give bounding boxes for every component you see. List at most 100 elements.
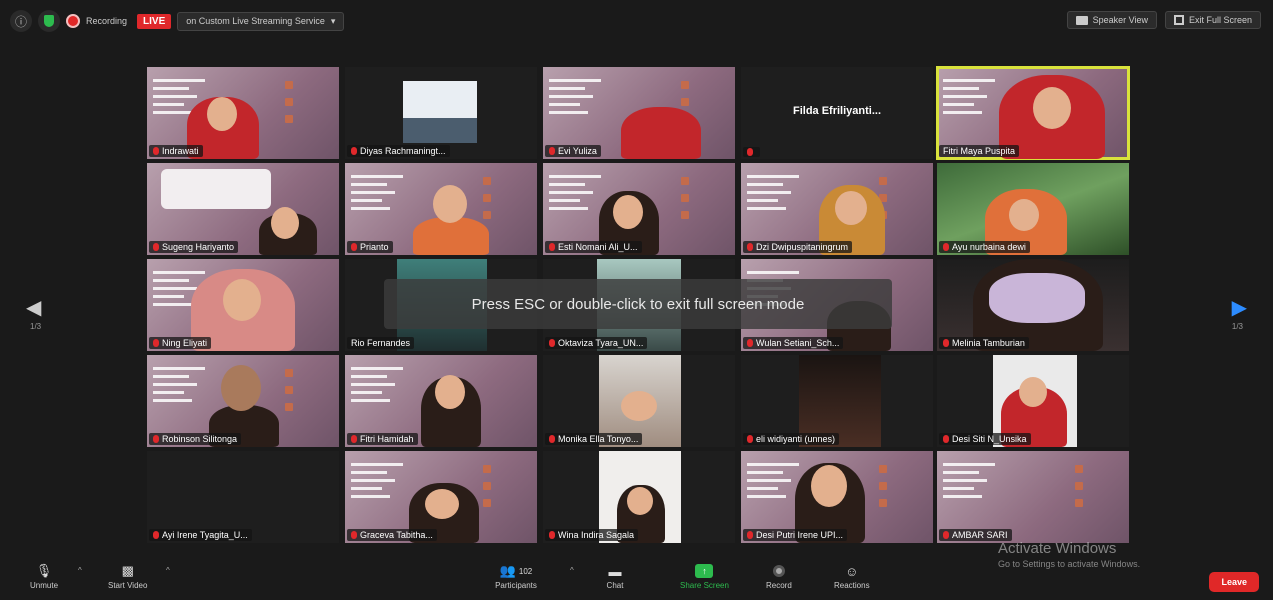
chat-label: Chat bbox=[606, 581, 624, 590]
muted-mic-icon bbox=[549, 243, 555, 251]
share-screen-label: Share Screen bbox=[680, 581, 729, 590]
video-tile[interactable]: Esti Nomani Ali_U... bbox=[543, 163, 735, 255]
muted-mic-icon bbox=[943, 339, 949, 347]
muted-mic-icon bbox=[351, 435, 357, 443]
video-tile[interactable]: eli widiyanti (unnes) bbox=[741, 355, 933, 447]
muted-mic-icon bbox=[943, 435, 949, 443]
chat-button[interactable]: ▬ Chat bbox=[606, 564, 624, 591]
muted-mic-icon bbox=[747, 435, 753, 443]
reactions-button[interactable]: ☺ Reactions bbox=[834, 563, 870, 591]
video-tile[interactable]: Fitri Hamidah bbox=[345, 355, 537, 447]
video-tile[interactable]: AMBAR SARI bbox=[937, 451, 1129, 543]
security-shield-icon[interactable] bbox=[38, 10, 60, 32]
exit-full-screen-icon bbox=[1173, 15, 1184, 25]
share-screen-button[interactable]: ↑ Share Screen bbox=[680, 564, 729, 590]
participant-name-label: eli widiyanti (unnes) bbox=[743, 433, 840, 445]
page-indicator-right: 1/3 bbox=[1231, 322, 1243, 331]
participant-name-label: Evi Yuliza bbox=[545, 145, 601, 157]
participant-video bbox=[403, 81, 477, 143]
muted-mic-icon bbox=[153, 339, 159, 347]
muted-mic-icon bbox=[943, 243, 949, 251]
full-screen-exit-hint: Press ESC or double-click to exit full s… bbox=[384, 279, 892, 329]
start-video-button[interactable]: ▩ Start Video bbox=[108, 563, 148, 590]
muted-mic-icon bbox=[153, 243, 159, 251]
participant-count: 102 bbox=[518, 566, 533, 576]
participant-video bbox=[621, 107, 701, 159]
unmute-button[interactable]: 🎙 Unmute bbox=[30, 563, 59, 590]
recording-indicator-icon bbox=[66, 14, 80, 28]
muted-mic-icon bbox=[747, 339, 753, 347]
participant-name-label: Dzi Dwipuspitaningrum bbox=[743, 241, 853, 253]
video-tile[interactable]: Desi Siti N_Unsika bbox=[937, 355, 1129, 447]
windows-activation-watermark: Activate Windows Go to Settings to activ… bbox=[998, 540, 1140, 569]
participant-name-label: Graceva Tabitha... bbox=[347, 529, 437, 541]
reactions-smiley-icon: ☺ bbox=[845, 563, 859, 579]
start-video-label: Start Video bbox=[108, 581, 148, 590]
video-tile[interactable]: Diyas Rachmaningt... bbox=[345, 67, 537, 159]
next-page-arrow-icon[interactable]: ▶ bbox=[1232, 295, 1247, 320]
participant-name-label: Monika Ella Tonyo... bbox=[545, 433, 643, 445]
muted-mic-icon bbox=[943, 531, 949, 539]
video-tile[interactable]: Prianto bbox=[345, 163, 537, 255]
exit-full-screen-button[interactable]: Exit Full Screen bbox=[1164, 11, 1261, 29]
participant-name-label: Robinson Silitonga bbox=[149, 433, 242, 445]
page-indicator-left: 1/3 bbox=[30, 322, 42, 331]
video-tile[interactable]: Filda Efriliyanti... bbox=[741, 67, 933, 159]
meeting-info-icon[interactable]: ⓘ bbox=[10, 10, 32, 32]
video-tile[interactable]: Dzi Dwipuspitaningrum bbox=[741, 163, 933, 255]
participants-icon: 👥 102 bbox=[499, 563, 533, 578]
participant-name-label: Esti Nomani Ali_U... bbox=[545, 241, 642, 253]
video-tile[interactable]: Wina Indira Sagala bbox=[543, 451, 735, 543]
streaming-service-dropdown[interactable]: on Custom Live Streaming Service ▾ bbox=[177, 11, 345, 31]
record-button[interactable]: Record bbox=[766, 564, 792, 590]
participants-options-chevron-icon[interactable]: ^ bbox=[570, 566, 574, 575]
muted-mic-icon bbox=[351, 243, 357, 251]
participant-name-label: Ning Eliyati bbox=[149, 337, 212, 349]
muted-mic-icon bbox=[153, 147, 159, 155]
video-tile[interactable]: Desi Putri Irene UPI... bbox=[741, 451, 933, 543]
participant-name-label: Wulan Setiani_Sch... bbox=[743, 337, 844, 349]
reactions-label: Reactions bbox=[834, 581, 870, 590]
streaming-service-label: on Custom Live Streaming Service bbox=[186, 16, 325, 26]
unmute-label: Unmute bbox=[30, 581, 59, 590]
audio-options-chevron-icon[interactable]: ^ bbox=[78, 566, 82, 575]
muted-mic-icon bbox=[549, 531, 555, 539]
previous-page-arrow-icon[interactable]: ◀ bbox=[26, 295, 41, 320]
video-tile[interactable]: Indrawati bbox=[147, 67, 339, 159]
leave-button[interactable]: Leave bbox=[1209, 572, 1259, 592]
watermark-subtitle: Go to Settings to activate Windows. bbox=[998, 559, 1141, 569]
video-off-icon: ▩ bbox=[121, 563, 134, 578]
video-tile[interactable]: Graceva Tabitha... bbox=[345, 451, 537, 543]
muted-mic-icon bbox=[351, 531, 357, 539]
video-tile[interactable]: Monika Ella Tonyo... bbox=[543, 355, 735, 447]
video-options-chevron-icon[interactable]: ^ bbox=[166, 566, 170, 575]
video-tile[interactable]: Melinia Tamburian bbox=[937, 259, 1129, 351]
muted-mic-icon bbox=[549, 339, 555, 347]
watermark-title: Activate Windows bbox=[998, 540, 1117, 557]
participants-button[interactable]: 👥 102 Participants bbox=[494, 563, 538, 590]
meeting-top-bar: ⓘ Recording LIVE on Custom Live Streamin… bbox=[0, 0, 1273, 40]
participant-name-label: Desi Putri Irene UPI... bbox=[743, 529, 848, 541]
chevron-down-icon: ▾ bbox=[330, 15, 336, 26]
video-tile[interactable]: Ning Eliyati bbox=[147, 259, 339, 351]
video-tile[interactable]: Ayi Irene Tyagita_U... bbox=[147, 451, 339, 543]
video-tile-active-speaker[interactable]: Fitri Maya Puspita bbox=[936, 66, 1130, 160]
muted-mic-icon bbox=[549, 435, 555, 443]
speaker-view-icon bbox=[1075, 15, 1088, 25]
participant-name-label: Fitri Hamidah bbox=[347, 433, 418, 445]
muted-mic-icon bbox=[747, 531, 753, 539]
video-tile[interactable]: Evi Yuliza bbox=[543, 67, 735, 159]
participant-name-label bbox=[743, 147, 760, 157]
record-icon bbox=[770, 564, 788, 578]
participant-name-label: Wina Indira Sagala bbox=[545, 529, 639, 541]
participant-name-label: Indrawati bbox=[149, 145, 203, 157]
video-tile[interactable]: Sugeng Hariyanto bbox=[147, 163, 339, 255]
participant-name-label: Desi Siti N_Unsika bbox=[939, 433, 1031, 445]
exit-full-screen-label: Exit Full Screen bbox=[1188, 15, 1252, 25]
top-left-controls: ⓘ Recording LIVE on Custom Live Streamin… bbox=[10, 10, 345, 32]
speaker-view-button[interactable]: Speaker View bbox=[1066, 11, 1157, 29]
participant-name-label: Melinia Tamburian bbox=[939, 337, 1029, 349]
video-tile[interactable]: Ayu nurbaina dewi bbox=[937, 163, 1129, 255]
speaker-view-label: Speaker View bbox=[1092, 15, 1148, 25]
video-tile[interactable]: Robinson Silitonga bbox=[147, 355, 339, 447]
